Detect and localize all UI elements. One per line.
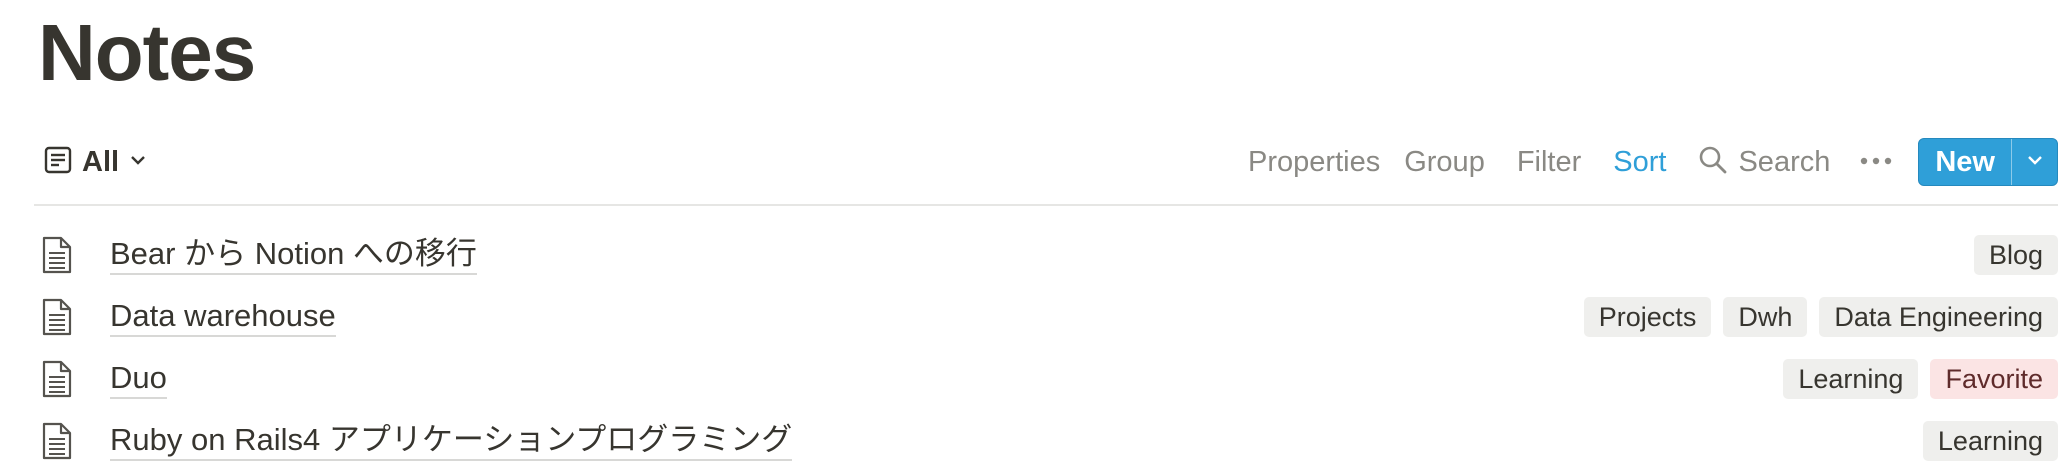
list-item-title[interactable]: Bear から Notion への移行 (110, 236, 477, 275)
list-item-title[interactable]: Duo (110, 360, 167, 399)
document-icon (42, 422, 90, 460)
chevron-down-icon (2026, 151, 2044, 174)
tag-list: Projects Dwh Data Engineering (1583, 297, 2058, 337)
more-options-button[interactable] (1842, 140, 1906, 184)
search-icon (1698, 145, 1728, 180)
new-button[interactable]: New (1919, 139, 2011, 185)
toolbar-divider (34, 204, 2058, 206)
sort-button[interactable]: Sort (1601, 140, 1678, 184)
tag-list: Blog (1973, 235, 2058, 275)
list-item-title[interactable]: Data warehouse (110, 298, 336, 337)
tag-badge: Blog (1973, 235, 2058, 275)
tag-list: Learning Favorite (1783, 359, 2058, 399)
list-item[interactable]: Bear から Notion への移行 Blog (34, 224, 2058, 286)
search-label: Search (1738, 145, 1831, 178)
tag-badge: Learning (1783, 359, 1919, 399)
document-icon (42, 236, 90, 274)
tag-badge: Learning (1922, 421, 2058, 461)
group-button[interactable]: Group (1392, 140, 1497, 184)
new-dropdown-button[interactable] (2011, 139, 2057, 185)
view-label: All (82, 145, 120, 178)
properties-button[interactable]: Properties (1236, 140, 1392, 184)
list-item[interactable]: Ruby on Rails4 アプリケーションプログラミング Learning (34, 410, 2058, 470)
filter-button[interactable]: Filter (1505, 140, 1593, 184)
document-icon (42, 360, 90, 398)
notes-list: Bear から Notion への移行 Blog Data warehouse Pro… (34, 224, 2058, 470)
new-button-group: New (1918, 138, 2058, 186)
document-icon (42, 298, 90, 336)
tag-badge: Data Engineering (1819, 297, 2058, 337)
database-toolbar: All Properties Group Filter Sort Search (34, 132, 2058, 192)
list-item[interactable]: Data warehouse Projects Dwh Data Engineerin… (34, 286, 2058, 348)
tag-badge: Dwh (1723, 297, 1808, 337)
tag-badge: Projects (1583, 297, 1712, 337)
chevron-down-icon (129, 151, 147, 174)
toolbar-actions: Properties Group Filter Sort Search New (1236, 132, 2058, 192)
list-view-icon (44, 146, 72, 179)
page-title: Notes (38, 8, 256, 97)
tag-list: Learning (1922, 421, 2058, 461)
search-button[interactable]: Search (1686, 140, 1842, 184)
view-selector[interactable]: All (34, 132, 147, 192)
tag-badge: Favorite (1930, 359, 2058, 399)
ellipsis-icon (1860, 153, 1892, 171)
list-item[interactable]: Duo Learning Favorite (34, 348, 2058, 410)
list-item-title[interactable]: Ruby on Rails4 アプリケーションプログラミング (110, 422, 793, 461)
